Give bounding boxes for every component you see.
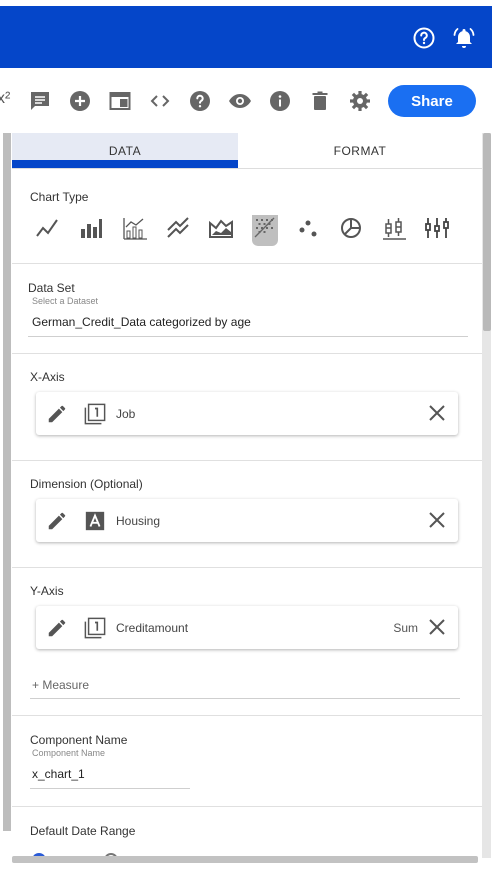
divider (12, 353, 482, 354)
measure-underline (30, 698, 460, 699)
numeric-icon (84, 403, 106, 425)
remove-icon[interactable] (428, 511, 446, 529)
multi-line-chart-icon[interactable] (165, 215, 191, 241)
component-name-input[interactable]: x_chart_1 (32, 767, 85, 781)
numeric-icon (84, 617, 106, 639)
text-type-icon (85, 511, 105, 531)
help-circle-icon[interactable] (412, 26, 436, 50)
edit-icon[interactable] (46, 510, 68, 532)
aggregation-select[interactable]: Sum (393, 621, 418, 635)
info-icon[interactable] (268, 89, 292, 113)
data-set-select[interactable]: German_Credit_Data categorized by age (32, 315, 251, 329)
scrollbar-thumb[interactable] (483, 133, 491, 331)
comment-icon[interactable] (28, 89, 52, 113)
horizontal-scrollbar[interactable] (12, 856, 478, 863)
tab-divider (12, 168, 482, 169)
x-axis-field-card[interactable]: Job (36, 392, 458, 435)
add-circle-icon[interactable] (68, 89, 92, 113)
share-button[interactable]: Share (388, 85, 476, 117)
data-set-underline (28, 336, 468, 337)
dimension-field-card[interactable]: Housing (36, 499, 458, 542)
line-chart-icon[interactable] (34, 215, 60, 241)
add-measure-button[interactable]: + Measure (32, 678, 89, 692)
data-set-hint: Select a Dataset (32, 296, 99, 306)
chart-type-label: Chart Type (30, 190, 89, 204)
app-header (0, 6, 492, 68)
panel-left-border (3, 133, 11, 831)
combo-chart-icon[interactable] (122, 215, 148, 241)
y-axis-label: Y-Axis (30, 584, 64, 598)
divider (12, 567, 482, 568)
divider (12, 263, 482, 264)
remove-icon[interactable] (428, 404, 446, 422)
pie-chart-icon[interactable] (338, 215, 364, 241)
remove-icon[interactable] (428, 618, 446, 636)
candlestick-icon[interactable] (424, 215, 450, 241)
dimension-field-name: Housing (116, 514, 161, 528)
code-icon[interactable] (148, 89, 172, 113)
bar-chart-icon[interactable] (78, 215, 104, 241)
x-axis-label: X-Axis (30, 370, 65, 384)
boxplot-icon[interactable] (381, 215, 407, 241)
edit-icon[interactable] (46, 617, 68, 639)
x-axis-field-name: Job (116, 407, 136, 421)
trash-icon[interactable] (308, 89, 332, 113)
partial-icon[interactable]: x² (0, 90, 10, 108)
window-icon[interactable] (108, 89, 132, 113)
edit-icon[interactable] (46, 403, 68, 425)
properties-panel: DATA FORMAT Chart Type Data Set Select a… (12, 133, 482, 863)
help-icon[interactable] (188, 89, 212, 113)
tab-format[interactable]: FORMAT (238, 133, 482, 168)
divider (12, 460, 482, 461)
component-name-hint: Component Name (32, 748, 106, 758)
tab-active-indicator (12, 160, 238, 168)
eye-icon[interactable] (228, 89, 252, 113)
bell-alert-icon[interactable] (452, 26, 476, 50)
divider (12, 715, 482, 716)
date-range-label: Default Date Range (30, 824, 136, 838)
heatmap-icon[interactable] (252, 215, 278, 241)
component-name-label: Component Name (30, 733, 128, 747)
dimension-label: Dimension (Optional) (30, 477, 143, 491)
gear-icon[interactable] (348, 89, 372, 113)
scatter-chart-icon[interactable] (295, 215, 321, 241)
y-axis-field-card[interactable]: Creditamount Sum (36, 606, 458, 649)
area-chart-icon[interactable] (208, 215, 234, 241)
y-axis-field-name: Creditamount (116, 621, 189, 635)
divider (12, 806, 482, 807)
data-set-label: Data Set (28, 281, 75, 295)
component-name-underline (30, 788, 190, 789)
